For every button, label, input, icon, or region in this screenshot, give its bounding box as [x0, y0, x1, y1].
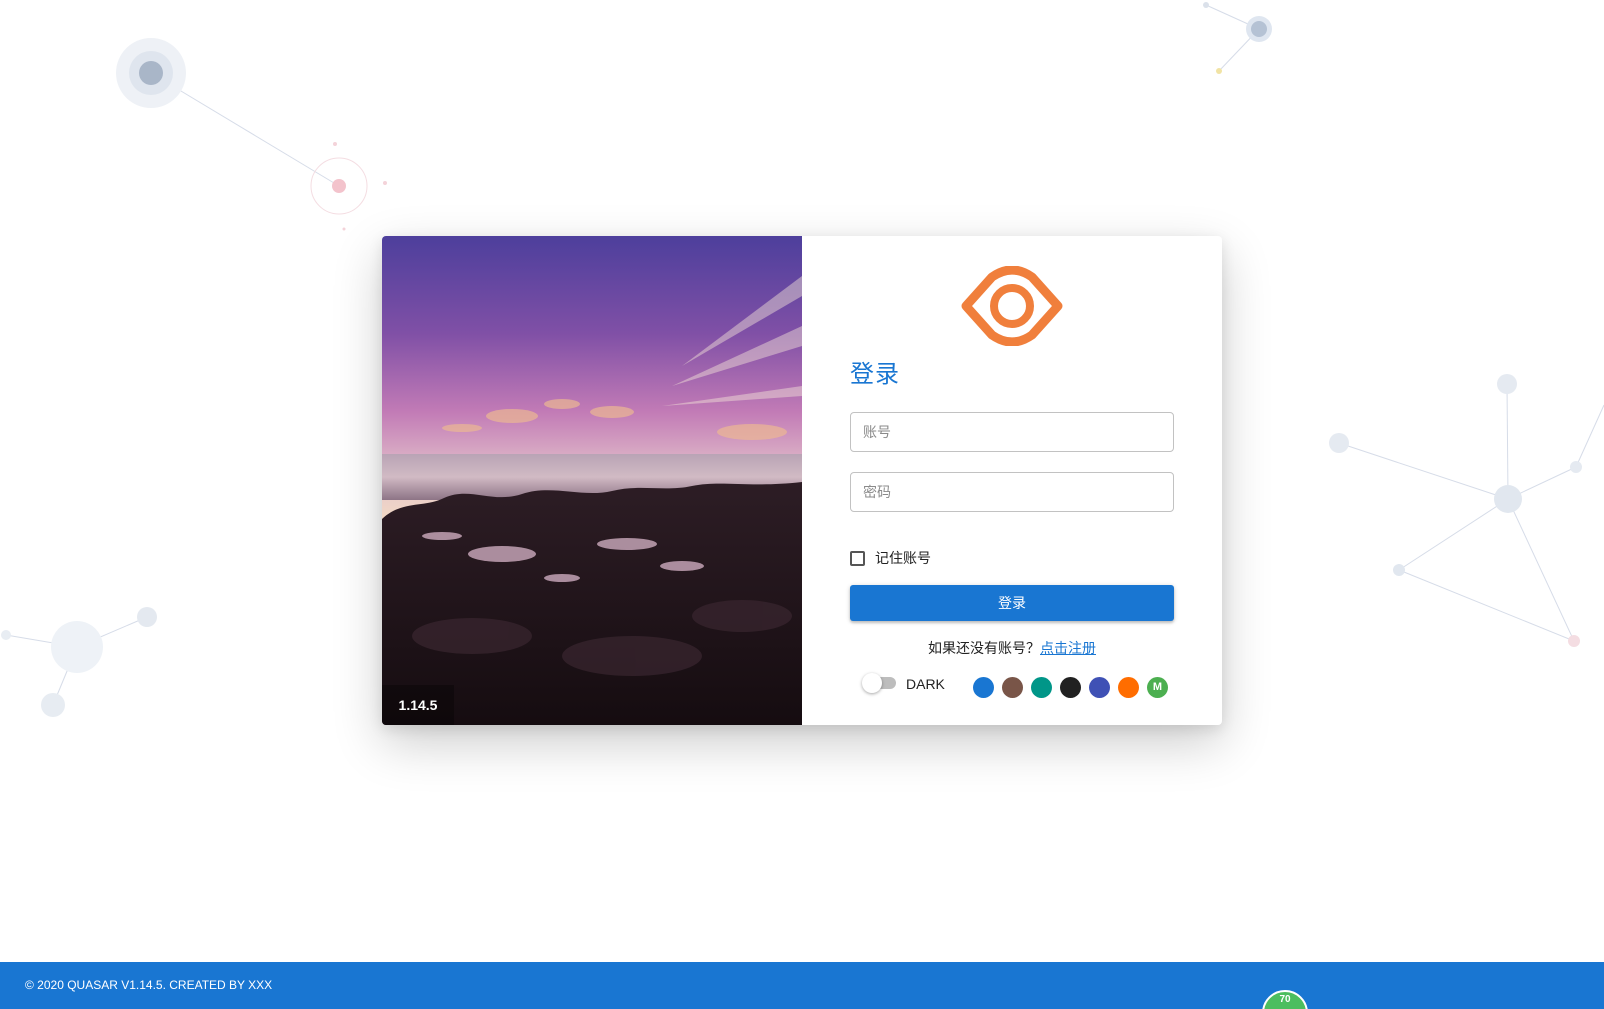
landscape-photo: 1.14.5	[382, 236, 802, 725]
login-form-panel: 登录 记住账号 登录 如果还没有账号？点击注册 DARK M	[802, 236, 1222, 725]
login-button[interactable]: 登录	[850, 585, 1174, 621]
checkbox-square-icon[interactable]	[850, 550, 865, 566]
password-field[interactable]	[850, 472, 1174, 512]
remember-account-label: 记住账号	[875, 550, 931, 566]
theme-swatch-3[interactable]	[1031, 677, 1052, 698]
theme-swatch-6[interactable]	[1118, 677, 1139, 698]
landscape-photo-illustration	[382, 236, 802, 725]
footer-copyright: © 2020 QUASAR V1.14.5. CREATED BY XXX	[25, 978, 273, 992]
theme-swatch-5[interactable]	[1089, 677, 1110, 698]
theme-swatch-4[interactable]	[1060, 677, 1081, 698]
register-prompt: 如果还没有账号？点击注册	[802, 638, 1222, 658]
eye-logo-icon	[960, 265, 1064, 347]
version-badge: 1.14.5	[382, 685, 454, 725]
login-card: 1.14.5 登录 记住账号 登录 如果还没有账号？点击注册 DARK	[382, 236, 1222, 725]
password-input[interactable]	[851, 473, 1173, 511]
account-input[interactable]	[851, 413, 1173, 451]
register-link[interactable]: 点击注册	[1040, 640, 1096, 656]
register-prompt-text: 如果还没有账号？	[928, 640, 1040, 656]
site-footer: © 2020 QUASAR V1.14.5. CREATED BY XXX 70	[0, 962, 1604, 1009]
theme-swatch-2[interactable]	[1002, 677, 1023, 698]
theme-swatch-7[interactable]: M	[1147, 677, 1168, 698]
fps-badge: 70	[1262, 990, 1308, 1009]
dark-mode-toggle[interactable]	[862, 671, 898, 695]
theme-swatch-1[interactable]	[973, 677, 994, 698]
login-title: 登录	[850, 361, 900, 388]
dark-mode-label: DARK	[906, 676, 945, 692]
account-field[interactable]	[850, 412, 1174, 452]
toggle-thumb[interactable]	[862, 673, 882, 693]
remember-account-checkbox[interactable]: 记住账号	[850, 548, 931, 568]
